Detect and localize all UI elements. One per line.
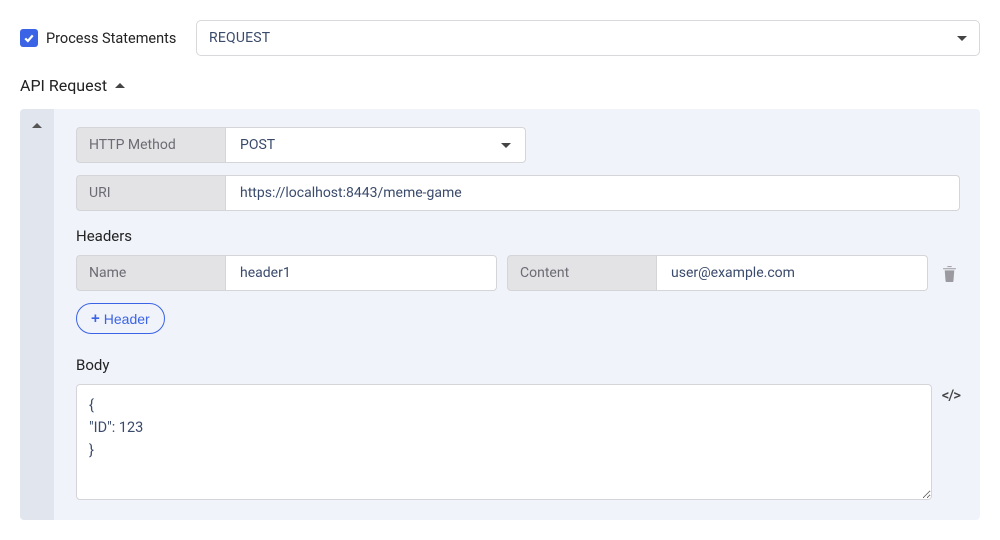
add-header-label: Header	[104, 311, 150, 327]
header-name-label: Name	[76, 255, 226, 291]
uri-label: URI	[76, 175, 226, 211]
process-statements-checkbox[interactable]	[20, 29, 38, 47]
panel-collapse-toggle[interactable]	[20, 109, 54, 520]
chevron-up-icon	[115, 83, 125, 88]
header-content-label: Content	[507, 255, 657, 291]
header-content-input[interactable]	[657, 255, 928, 291]
chevron-down-icon	[957, 36, 967, 41]
section-title: API Request	[20, 76, 107, 95]
code-view-toggle[interactable]: </>	[942, 384, 960, 404]
chevron-down-icon	[501, 143, 511, 148]
header-name-input[interactable]	[226, 255, 497, 291]
chevron-up-icon	[32, 123, 42, 128]
trash-icon	[942, 265, 957, 282]
panel-body: HTTP Method POST URI Headers Name Conten…	[54, 109, 980, 520]
delete-header-button[interactable]	[938, 255, 960, 291]
statement-type-select[interactable]: REQUEST	[196, 20, 980, 56]
body-textarea[interactable]	[76, 384, 932, 500]
http-method-value: POST	[240, 137, 275, 153]
body-heading: Body	[76, 356, 960, 374]
statement-type-value: REQUEST	[209, 30, 270, 46]
headers-heading: Headers	[76, 227, 960, 245]
http-method-label: HTTP Method	[76, 127, 226, 163]
plus-icon: +	[91, 310, 100, 327]
header-row: Name Content	[76, 255, 960, 291]
checkmark-icon	[23, 32, 35, 44]
http-method-select[interactable]: POST	[226, 127, 526, 163]
api-request-section-header[interactable]: API Request	[20, 76, 980, 95]
add-header-button[interactable]: + Header	[76, 303, 165, 334]
process-statements-label: Process Statements	[46, 30, 176, 47]
uri-input[interactable]	[226, 175, 960, 211]
